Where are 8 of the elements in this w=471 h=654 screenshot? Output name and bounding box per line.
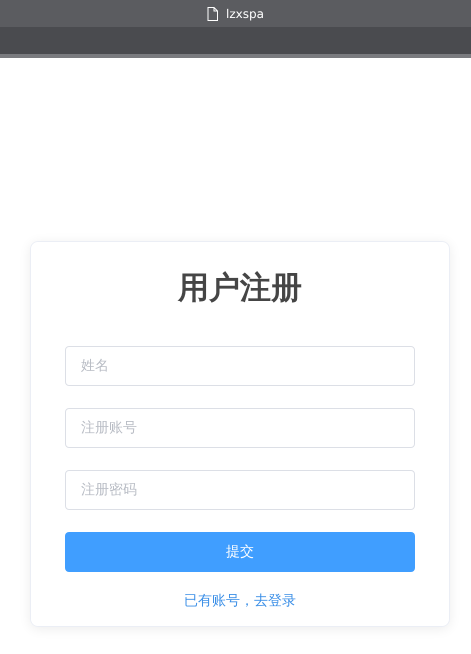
input-field[interactable]: 注册密码 xyxy=(65,470,415,510)
form-title: 用户注册 xyxy=(176,270,303,308)
login-link[interactable]: 已有账号，去登录 xyxy=(184,593,296,610)
window-title: lzxspa xyxy=(226,6,264,22)
submit-button[interactable]: 提交 xyxy=(65,532,415,572)
input-field[interactable]: 姓名 xyxy=(65,346,415,386)
file-icon xyxy=(207,6,218,20)
input-field[interactable]: 注册账号 xyxy=(65,408,415,448)
